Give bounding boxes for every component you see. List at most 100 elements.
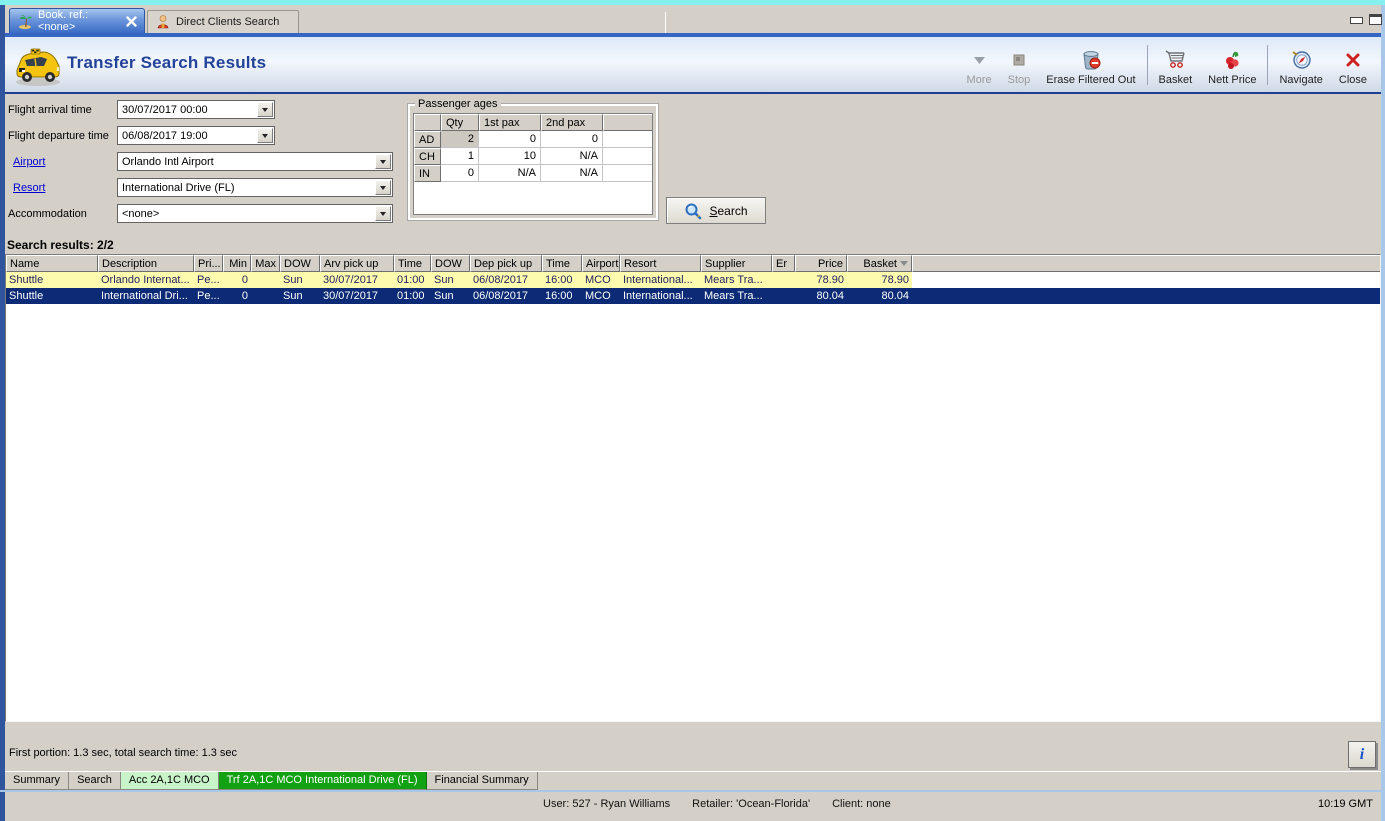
col-resort[interactable]: Resort	[620, 255, 701, 272]
pax-child-qty-cell[interactable]: 1	[441, 148, 479, 165]
tab-search[interactable]: Search	[69, 772, 121, 790]
airport-dropdown-icon[interactable]	[375, 154, 391, 169]
cell-arv-pick-up: 30/07/2017	[320, 288, 394, 304]
flight-arrival-dropdown-icon[interactable]	[257, 102, 273, 117]
tab-direct-clients-search[interactable]: Direct Clients Search	[147, 10, 299, 33]
info-button[interactable]: i	[1348, 741, 1376, 768]
toolbar-separator	[1146, 45, 1148, 85]
cell-description: International Dri...	[98, 288, 194, 304]
cell-dow-dep: Sun	[431, 288, 470, 304]
page-header: Transfer Search Results More Stop Erase …	[5, 37, 1381, 92]
user-info: User: 527 - Ryan Williams	[543, 798, 671, 810]
close-button[interactable]: Close	[1331, 41, 1375, 89]
pax-child-2nd-cell[interactable]: N/A	[541, 148, 603, 165]
pax-adult-qty-cell[interactable]: 2	[441, 131, 479, 148]
erase-filtered-icon	[1080, 49, 1102, 71]
cell-basket: 80.04	[847, 288, 912, 304]
window-right-border	[1381, 5, 1385, 821]
result-row-2-selected[interactable]: Shuttle International Dri... Pe... 0 Sun…	[6, 288, 1380, 304]
pax-adult-2nd-cell[interactable]: 0	[541, 131, 603, 148]
col-description[interactable]: Description	[98, 255, 194, 272]
pax-infant-1st-cell[interactable]: N/A	[479, 165, 541, 182]
nett-price-button[interactable]: Nett Price	[1200, 41, 1264, 89]
sort-descending-icon	[900, 261, 908, 266]
basket-icon	[1163, 49, 1187, 71]
col-airport[interactable]: Airport	[582, 255, 620, 272]
col-dep-time[interactable]: Time	[542, 255, 582, 272]
flight-departure-label: Flight departure time	[8, 130, 109, 142]
erase-filtered-out-button[interactable]: Erase Filtered Out	[1038, 41, 1143, 89]
cell-basket: 78.90	[847, 272, 912, 288]
toolbar: More Stop Erase Filtered Out Basket Nett…	[959, 41, 1375, 89]
pax-row-infants: IN 0 N/A N/A	[414, 165, 652, 182]
col-er[interactable]: Er	[772, 255, 795, 272]
resort-dropdown-icon[interactable]	[375, 180, 391, 195]
tab-trf-2a-1c-mco-active[interactable]: Trf 2A,1C MCO International Drive (FL)	[218, 772, 427, 790]
stop-button[interactable]: Stop	[1000, 41, 1039, 89]
minimize-button[interactable]	[1350, 14, 1365, 25]
resort-field[interactable]: International Drive (FL)	[117, 178, 393, 197]
col-name[interactable]: Name	[6, 255, 98, 272]
col-min[interactable]: Min	[223, 255, 251, 272]
toolbar-separator	[1267, 45, 1269, 85]
pax-row-label: AD	[414, 131, 441, 148]
tab-close-icon[interactable]	[125, 15, 137, 28]
accommodation-dropdown-icon[interactable]	[375, 206, 391, 221]
cell-dep-pick-up: 06/08/2017	[470, 288, 542, 304]
col-basket[interactable]: Basket	[847, 255, 912, 272]
cell-resort: International...	[620, 288, 701, 304]
page-title: Transfer Search Results	[67, 53, 267, 72]
col-max[interactable]: Max	[251, 255, 280, 272]
more-icon	[973, 49, 986, 71]
tab-acc-2a-1c-mco[interactable]: Acc 2A,1C MCO	[120, 772, 219, 790]
col-dow-arv[interactable]: DOW	[280, 255, 320, 272]
airport-field[interactable]: Orlando Intl Airport	[117, 152, 393, 171]
basket-button[interactable]: Basket	[1151, 41, 1201, 89]
info-icon: i	[1359, 745, 1365, 763]
cell-arv-time: 01:00	[394, 272, 431, 288]
pax-header-filler	[603, 114, 652, 131]
result-row-1[interactable]: Shuttle Orlando Internat... Pe... 0 Sun …	[6, 272, 1380, 288]
cell-dow-arv: Sun	[280, 272, 320, 288]
navigate-icon	[1289, 49, 1313, 71]
col-supplier[interactable]: Supplier	[701, 255, 772, 272]
col-arv-time[interactable]: Time	[394, 255, 431, 272]
resort-link[interactable]: Resort	[13, 182, 45, 194]
cell-airport: MCO	[582, 272, 620, 288]
passenger-ages-group: Passenger ages Qty 1st pax 2nd pax AD 2 …	[408, 98, 658, 220]
flight-departure-value: 06/08/2017 19:00	[122, 129, 208, 142]
palm-tree-icon	[19, 15, 32, 29]
pax-infant-2nd-cell[interactable]: N/A	[541, 165, 603, 182]
search-button[interactable]: Search	[666, 197, 766, 224]
tab-financial-summary[interactable]: Financial Summary	[426, 772, 538, 790]
flight-departure-field[interactable]: 06/08/2017 19:00	[117, 126, 275, 145]
cell-name: Shuttle	[6, 288, 98, 304]
airport-link[interactable]: Airport	[13, 156, 45, 168]
bottom-tab-strip: Summary Search Acc 2A,1C MCO Trf 2A,1C M…	[5, 771, 1381, 790]
header-divider	[5, 92, 1381, 94]
flight-arrival-label: Flight arrival time	[8, 104, 92, 116]
tab-booking-ref[interactable]: Book. ref.: <none>	[9, 8, 145, 33]
search-icon	[685, 203, 702, 219]
cell-airport: MCO	[582, 288, 620, 304]
col-dep-pick-up[interactable]: Dep pick up	[470, 255, 542, 272]
cell-min: 0	[223, 272, 251, 288]
more-label: More	[966, 74, 992, 86]
pax-infant-qty-cell[interactable]: 0	[441, 165, 479, 182]
tab-summary[interactable]: Summary	[5, 772, 70, 790]
accommodation-field[interactable]: <none>	[117, 204, 393, 223]
flight-arrival-field[interactable]: 30/07/2017 00:00	[117, 100, 275, 119]
pax-adult-1st-cell[interactable]: 0	[479, 131, 541, 148]
col-pri[interactable]: Pri...	[194, 255, 223, 272]
restore-button[interactable]	[1369, 14, 1384, 25]
flight-departure-dropdown-icon[interactable]	[257, 128, 273, 143]
navigate-button[interactable]: Navigate	[1271, 41, 1330, 89]
col-dow-dep[interactable]: DOW	[431, 255, 470, 272]
tabbar-separator	[665, 12, 666, 33]
more-button[interactable]: More	[959, 41, 1000, 89]
cell-er	[772, 288, 795, 304]
col-arv-pick-up[interactable]: Arv pick up	[320, 255, 394, 272]
col-price[interactable]: Price	[795, 255, 847, 272]
cell-max	[251, 272, 280, 288]
pax-child-1st-cell[interactable]: 10	[479, 148, 541, 165]
